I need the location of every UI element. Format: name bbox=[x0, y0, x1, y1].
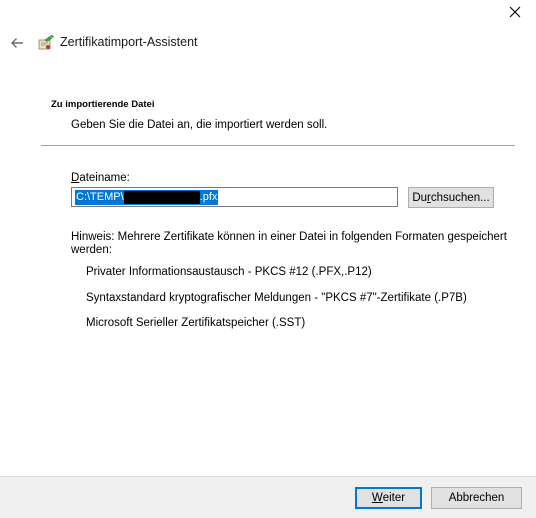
next-label-text: eiter bbox=[382, 492, 406, 504]
next-button[interactable]: Weiter bbox=[355, 487, 422, 509]
section-title: Zu importierende Datei bbox=[51, 99, 155, 110]
close-icon bbox=[509, 6, 521, 18]
browse-label-post: chsuchen... bbox=[430, 191, 490, 204]
title-bar bbox=[0, 0, 536, 30]
back-arrow-icon bbox=[11, 38, 23, 48]
wizard-footer: Weiter Abbrechen bbox=[0, 476, 536, 518]
next-label-mnemonic: W bbox=[371, 492, 383, 504]
file-name-selection: C:\TEMP\ .pfx bbox=[75, 189, 219, 205]
divider bbox=[41, 145, 515, 146]
browse-button[interactable]: Du r chsuchen... bbox=[408, 187, 494, 208]
wizard-title: Zertifikatimport-Assistent bbox=[60, 35, 198, 49]
format-item-pkcs12: Privater Informationsaustausch - PKCS #1… bbox=[86, 266, 372, 278]
file-name-label: Dateiname: bbox=[71, 172, 130, 184]
format-item-sst: Microsoft Serieller Zertifikatspeicher (… bbox=[86, 317, 306, 329]
format-hint: Hinweis: Mehrere Zertifikate können in e… bbox=[71, 231, 507, 256]
file-name-input[interactable]: C:\TEMP\ .pfx bbox=[71, 187, 398, 207]
format-item-pkcs7: Syntaxstandard kryptografischer Meldunge… bbox=[86, 292, 467, 304]
section-subtitle: Geben Sie die Datei an, die importiert w… bbox=[71, 119, 328, 131]
cancel-button[interactable]: Abbrechen bbox=[431, 487, 522, 509]
certificate-wizard-icon bbox=[38, 34, 54, 50]
file-path-extension: .pfx bbox=[199, 191, 218, 203]
close-button[interactable] bbox=[502, 2, 528, 22]
file-label-text: ateiname: bbox=[79, 172, 130, 184]
browse-label-pre: Du bbox=[412, 191, 428, 204]
redacted-block bbox=[123, 190, 200, 204]
wizard-header: Zertifikatimport-Assistent bbox=[0, 30, 536, 56]
file-path-prefix: C:\TEMP\ bbox=[76, 191, 124, 203]
back-button[interactable] bbox=[7, 33, 27, 53]
